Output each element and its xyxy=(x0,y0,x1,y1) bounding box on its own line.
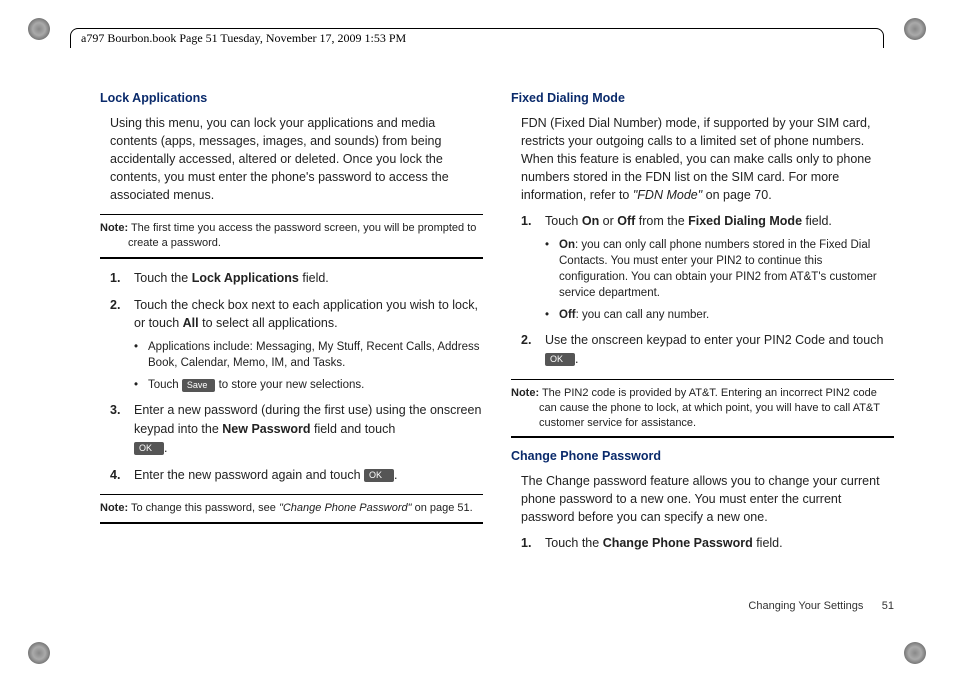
heading-change-password: Change Phone Password xyxy=(511,448,894,466)
bold-text: New Password xyxy=(222,422,310,436)
bullet-apps-include: Applications include: Messaging, My Stuf… xyxy=(134,339,483,371)
text: to select all applications. xyxy=(199,316,338,330)
step-3: Enter a new password (during the first u… xyxy=(110,401,483,457)
text: Touch the xyxy=(134,271,192,285)
note-change-password: Note: To change this password, see "Chan… xyxy=(100,494,483,524)
text: . xyxy=(575,352,578,366)
step-4: Enter the new password again and touch O… xyxy=(110,466,483,485)
footer-page-number: 51 xyxy=(882,600,894,612)
note-italic: "Change Phone Password" xyxy=(279,502,412,514)
text: from the xyxy=(635,214,688,228)
ok-button-icon: OK xyxy=(545,353,575,366)
note-pin2: Note: The PIN2 code is provided by AT&T.… xyxy=(511,379,894,439)
fdn-step-1-bullets: On: you can only call phone numbers stor… xyxy=(545,237,894,323)
ok-button-icon: OK xyxy=(134,442,164,455)
step-2-bullets: Applications include: Messaging, My Stuf… xyxy=(134,339,483,393)
page-header-frame: a797 Bourbon.book Page 51 Tuesday, Novem… xyxy=(70,28,884,48)
step-1: Touch the Lock Applications field. xyxy=(110,269,483,288)
fdn-step-2: Use the onscreen keypad to enter your PI… xyxy=(521,331,894,369)
content-columns: Lock Applications Using this menu, you c… xyxy=(100,90,894,561)
fdn-step-1: Touch On or Off from the Fixed Dialing M… xyxy=(521,212,894,323)
text: or xyxy=(599,214,617,228)
change-password-intro: The Change password feature allows you t… xyxy=(521,472,894,526)
text: field. xyxy=(753,536,783,550)
note-label: Note: xyxy=(100,502,128,514)
lock-apps-steps: Touch the Lock Applications field. Touch… xyxy=(100,269,483,485)
decorative-corner-tl xyxy=(28,18,50,40)
decorative-corner-tr xyxy=(904,18,926,40)
cp-step-1: Touch the Change Phone Password field. xyxy=(521,534,894,553)
bold-text: All xyxy=(183,316,199,330)
text: : you can call any number. xyxy=(576,309,710,321)
note-first-password: Note: The first time you access the pass… xyxy=(100,214,483,259)
page-footer: Changing Your Settings 51 xyxy=(748,600,894,612)
note-text: on page 51. xyxy=(412,502,473,514)
bullet-touch-save: Touch Save to store your new selections. xyxy=(134,377,483,393)
text: Touch xyxy=(545,214,582,228)
page-header-text: a797 Bourbon.book Page 51 Tuesday, Novem… xyxy=(81,31,406,45)
heading-fixed-dialing: Fixed Dialing Mode xyxy=(511,90,894,108)
bold-text: Lock Applications xyxy=(192,271,299,285)
ok-button-icon: OK xyxy=(364,469,394,482)
fdn-steps: Touch On or Off from the Fixed Dialing M… xyxy=(511,212,894,369)
note-label: Note: xyxy=(511,387,539,399)
bold-text: Fixed Dialing Mode xyxy=(688,214,802,228)
text: : you can only call phone numbers stored… xyxy=(559,239,877,299)
text: . xyxy=(394,468,397,482)
text: Touch xyxy=(148,379,182,391)
footer-section: Changing Your Settings xyxy=(748,600,863,612)
bold-text: Off xyxy=(559,309,576,321)
step-2: Touch the check box next to each applica… xyxy=(110,296,483,394)
fdn-intro: FDN (Fixed Dial Number) mode, if support… xyxy=(521,114,894,205)
bold-text: Off xyxy=(617,214,635,228)
bold-text: On xyxy=(582,214,599,228)
text: on page 70. xyxy=(702,188,772,202)
bold-text: Change Phone Password xyxy=(603,536,753,550)
bold-text: On xyxy=(559,239,575,251)
text: Use the onscreen keypad to enter your PI… xyxy=(545,333,883,347)
text: Enter the new password again and touch xyxy=(134,468,364,482)
text: to store your new selections. xyxy=(215,379,364,391)
decorative-corner-bl xyxy=(28,642,50,664)
note-text: The first time you access the password s… xyxy=(128,222,476,249)
change-password-steps: Touch the Change Phone Password field. xyxy=(511,534,894,553)
heading-lock-applications: Lock Applications xyxy=(100,90,483,108)
column-left: Lock Applications Using this menu, you c… xyxy=(100,90,483,561)
note-label: Note: xyxy=(100,222,128,234)
text: field. xyxy=(802,214,832,228)
bullet-off: Off: you can call any number. xyxy=(545,307,894,323)
column-right: Fixed Dialing Mode FDN (Fixed Dial Numbe… xyxy=(511,90,894,561)
save-button-icon: Save xyxy=(182,379,216,392)
text: field and touch xyxy=(311,422,396,436)
decorative-corner-br xyxy=(904,642,926,664)
text: . xyxy=(164,441,167,455)
bullet-on: On: you can only call phone numbers stor… xyxy=(545,237,894,301)
italic-text: "FDN Mode" xyxy=(633,188,702,202)
note-text: To change this password, see xyxy=(128,502,279,514)
text: field. xyxy=(299,271,329,285)
note-text: The PIN2 code is provided by AT&T. Enter… xyxy=(539,387,880,429)
text: Touch the xyxy=(545,536,603,550)
lock-apps-intro: Using this menu, you can lock your appli… xyxy=(110,114,483,205)
